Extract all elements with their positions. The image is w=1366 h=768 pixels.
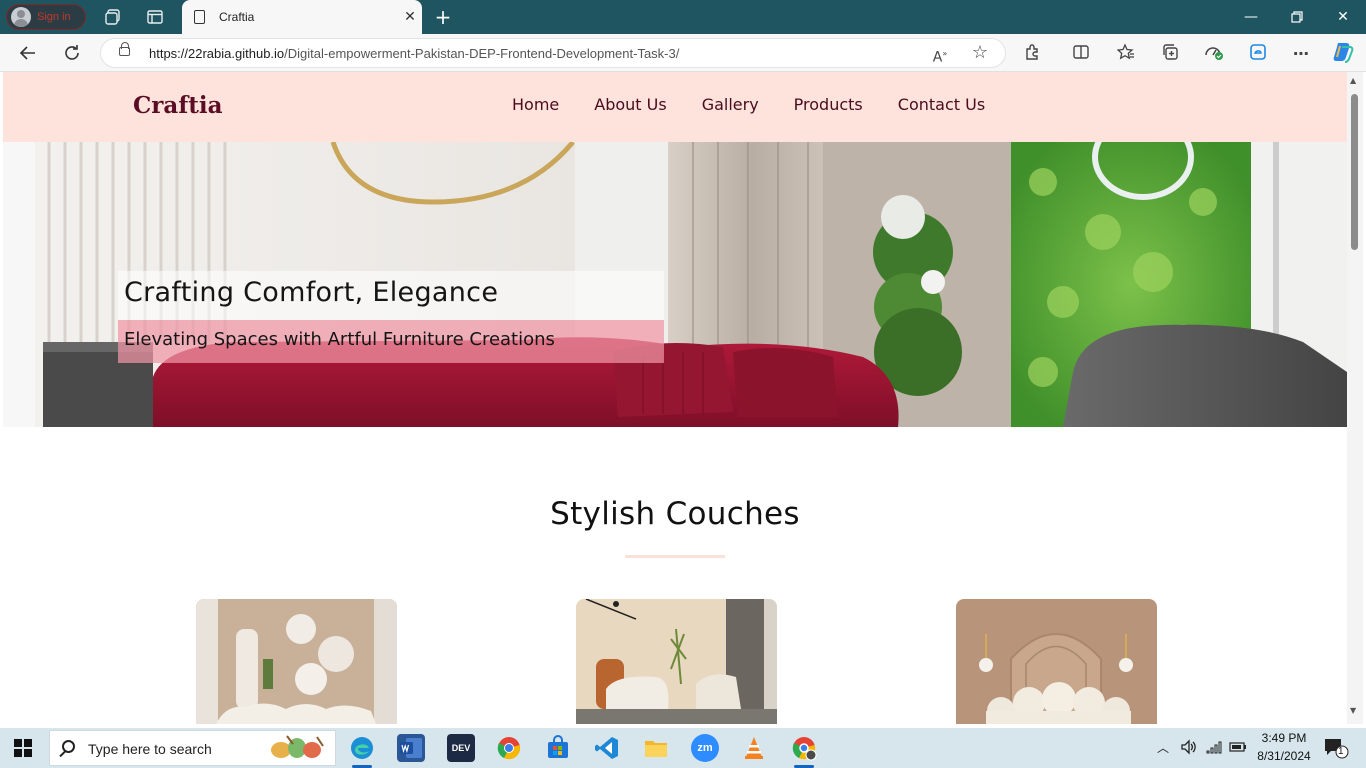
section-divider [625,555,725,558]
network-icon[interactable] [1205,739,1223,759]
battery-icon[interactable] [1229,739,1247,759]
product-image [196,599,397,724]
file-explorer-icon[interactable] [642,734,670,762]
address-bar[interactable]: https://22rabia.github.io/Digital-empowe… [100,38,1006,68]
workspaces-icon[interactable] [102,6,124,28]
clock-date[interactable]: 8/31/2024 [1254,749,1314,763]
site-header: Craftia Home About Us Gallery Products C… [3,72,1347,142]
product-card[interactable] [956,599,1157,724]
minimize-icon[interactable]: — [1236,5,1266,29]
product-card[interactable] [196,599,397,724]
performance-icon[interactable] [1203,43,1225,65]
vlc-icon[interactable] [740,734,768,762]
notifications-icon[interactable]: 1 [1323,737,1349,763]
scroll-down-icon[interactable]: ▼ [1350,706,1356,715]
restore-icon[interactable] [1282,5,1312,29]
tab-title: Craftia [219,10,255,24]
page-scrollbar[interactable]: ▲ ▼ [1347,72,1363,724]
url-text: https://22rabia.github.io/Digital-empowe… [149,46,680,61]
profile-button[interactable]: Sign in [6,4,86,30]
dev-icon[interactable]: DEV [447,734,475,762]
hero-subtitle: Elevating Spaces with Artful Furniture C… [124,329,555,350]
page-icon [194,10,205,24]
close-tab-icon[interactable]: ✕ [398,9,422,25]
product-card[interactable] [576,599,777,724]
nav-link-about[interactable]: About Us [594,95,666,114]
hero-banner: Crafting Comfort, Elegance Elevating Spa… [3,142,1347,427]
section-title: Stylish Couches [550,496,800,532]
edge-icon[interactable] [348,734,376,768]
split-screen-icon[interactable] [1070,43,1092,65]
avatar-icon [11,7,31,27]
copilot-icon[interactable] [1331,40,1357,66]
vscode-icon[interactable] [593,734,621,762]
lock-icon[interactable] [119,42,130,56]
more-options-icon[interactable]: ⋯ [1290,43,1312,65]
search-highlight-icon [271,735,324,758]
page-viewport: Craftia Home About Us Gallery Products C… [3,72,1347,724]
nav-link-contact[interactable]: Contact Us [898,95,985,114]
back-icon[interactable] [15,41,41,65]
scroll-up-icon[interactable]: ▲ [1350,76,1356,85]
address-toolbar: https://22rabia.github.io/Digital-empowe… [0,34,1366,72]
nav-link-products[interactable]: Products [794,95,863,114]
hero-title: Crafting Comfort, Elegance [124,277,499,308]
collections-icon[interactable] [1159,43,1181,65]
new-tab-icon[interactable]: + [432,6,454,28]
scroll-thumb[interactable] [1351,94,1358,250]
volume-icon[interactable] [1180,739,1198,759]
zoom-icon[interactable]: zm [691,734,719,762]
chrome-profile-icon[interactable] [790,734,818,768]
nav-link-home[interactable]: Home [512,95,559,114]
site-nav: Home About Us Gallery Products Contact U… [512,95,1020,114]
tab-actions-icon[interactable] [144,6,166,28]
close-window-icon[interactable]: ✕ [1328,5,1358,29]
store-icon[interactable] [544,734,572,762]
notification-count: 1 [1338,746,1344,757]
browser-tab-bar: Sign in Craftia ✕ + — ✕ [0,0,1366,34]
favorites-icon[interactable] [1115,43,1137,65]
clock-time[interactable]: 3:49 PM [1259,731,1309,745]
edge-bar-icon[interactable] [1247,43,1269,65]
chrome-icon[interactable] [495,734,523,762]
search-placeholder: Type here to search [88,741,212,757]
windows-start-icon[interactable] [14,739,32,757]
tab-craftia[interactable]: Craftia ✕ [182,0,422,34]
favorite-star-icon[interactable]: ☆ [969,42,991,64]
product-image [576,599,777,724]
product-image [956,599,1157,724]
extensions-icon[interactable] [1022,43,1044,65]
read-aloud-icon[interactable]: A» [929,43,951,66]
windows-taskbar: Type here to search DEV zm ︿ 3:49 PM 8/3… [0,728,1366,768]
profile-label: Sign in [37,11,71,23]
site-logo[interactable]: Craftia [133,92,222,119]
taskbar-search[interactable]: Type here to search [49,730,336,766]
word-icon[interactable] [397,734,425,762]
show-hidden-icons-chevron-icon[interactable]: ︿ [1157,739,1169,756]
nav-link-gallery[interactable]: Gallery [702,95,759,114]
search-icon [62,740,75,753]
refresh-icon[interactable] [59,41,85,65]
